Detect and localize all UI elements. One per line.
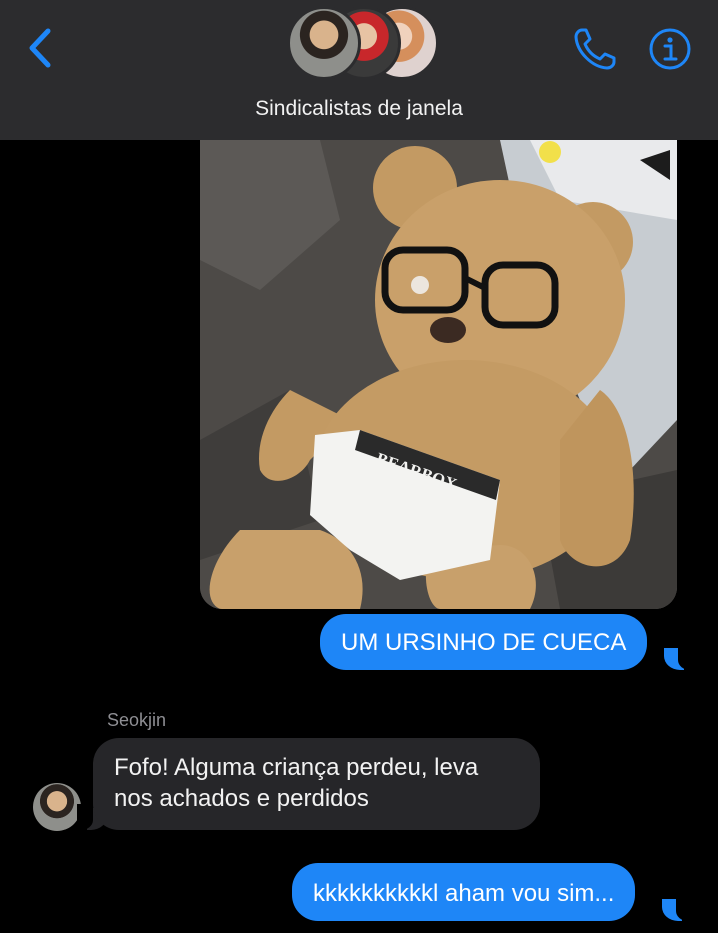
message-bubble-outgoing[interactable]: kkkkkkkkkkl aham vou sim... xyxy=(292,863,636,921)
avatar[interactable] xyxy=(33,783,81,831)
avatar xyxy=(287,6,361,80)
message-text: kkkkkkkkkkl aham vou sim... xyxy=(313,880,615,907)
sender-name: Seokjin xyxy=(107,710,167,730)
message-bubble-outgoing[interactable]: UM URSINHO DE CUECA xyxy=(320,614,648,670)
group-avatars[interactable] xyxy=(287,6,439,80)
chevron-left-icon xyxy=(29,28,51,68)
message-text-line: nos achados e perdidos xyxy=(114,785,369,812)
conversation-header: Sindicalistas de janela xyxy=(0,0,718,140)
message-bubble-incoming[interactable]: Fofo! Alguma criança perdeu, leva nos ac… xyxy=(93,738,540,830)
message-text-line: Fofo! Alguma criança perdeu, leva xyxy=(114,754,479,781)
call-button[interactable] xyxy=(570,24,620,74)
bubble-tail xyxy=(662,895,692,921)
back-button[interactable] xyxy=(22,24,58,72)
message-text: UM URSINHO DE CUECA xyxy=(341,629,627,656)
info-icon xyxy=(649,28,691,70)
photo-message[interactable]: BEARBOX xyxy=(200,140,677,609)
teddy-bear-image: BEARBOX xyxy=(200,140,677,609)
phone-icon xyxy=(574,28,616,70)
info-button[interactable] xyxy=(648,27,692,71)
group-title[interactable]: Sindicalistas de janela xyxy=(0,97,718,121)
bubble-tail xyxy=(664,644,694,670)
